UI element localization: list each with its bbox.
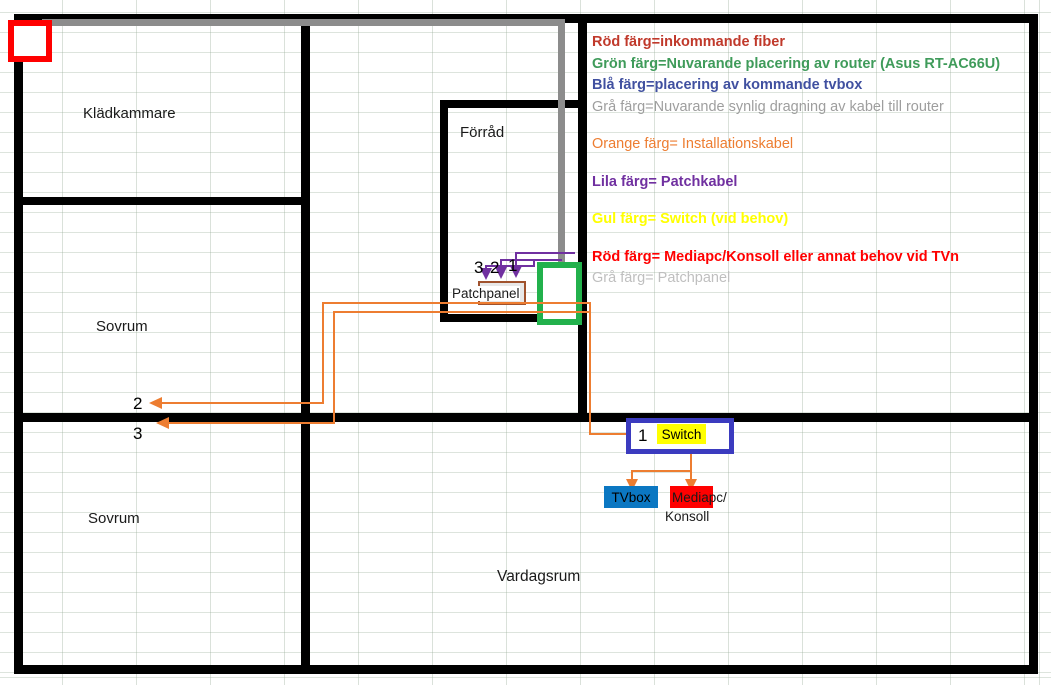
patchcable-1-horizontal bbox=[515, 252, 575, 254]
installation-cable-b-vertical bbox=[333, 311, 335, 424]
gray-cable-vertical-run bbox=[558, 19, 565, 269]
wall-mid-horizontal bbox=[14, 413, 1038, 422]
wall-vertical-left-middle bbox=[301, 14, 310, 674]
legend-item-installation: Orange färg= Installationskabel bbox=[592, 136, 794, 152]
installation-cable-a-horizontal-top bbox=[322, 302, 590, 304]
switch-label: Switch bbox=[657, 424, 706, 444]
wall-kladkammare-sovrum bbox=[14, 197, 309, 205]
legend-item-patchcable: Lila färg= Patchkabel bbox=[592, 173, 738, 190]
wall-forrad-left bbox=[440, 100, 448, 322]
router-location-box bbox=[537, 262, 582, 325]
patchpanel-port-3-label: 3 bbox=[474, 258, 484, 277]
legend-item-patchpanel: Grå färg= Patchpanel bbox=[592, 270, 731, 286]
wall-outer-left bbox=[14, 14, 23, 674]
gray-cable-top-run bbox=[42, 19, 565, 26]
legend-item-tvbox: Blå färg=placering av kommande tvbox bbox=[592, 77, 863, 93]
legend-item-mediapc: Röd färg= Mediapc/Konsoll eller annat be… bbox=[592, 248, 959, 265]
installation-cable-2-label: 2 bbox=[133, 394, 143, 413]
switch-downlink-bus bbox=[631, 470, 691, 472]
mediapc-label-bottom: Konsoll bbox=[665, 509, 710, 524]
floorplan-diagram: 3 2 1 Patchpanel 2 3 1 Switch TVbox Medi… bbox=[0, 0, 1051, 685]
mediapc-label-top: Mediapc/ bbox=[672, 490, 727, 505]
patchcable-3-vertical bbox=[485, 265, 487, 271]
installation-cable-3-label: 3 bbox=[133, 424, 143, 443]
installation-cable-a-horizontal-bottom bbox=[156, 402, 324, 404]
tvbox-box: TVbox bbox=[604, 486, 658, 508]
wall-outer-bottom bbox=[14, 665, 1038, 674]
switch-downlink-mediapc-vertical bbox=[690, 470, 692, 482]
room-label-forrad: Förråd bbox=[460, 124, 505, 141]
installation-cable-a-vertical bbox=[322, 302, 324, 404]
patchpanel-port-1-label: 1 bbox=[508, 256, 518, 275]
room-label-kladkammare: Klädkammare bbox=[83, 105, 176, 122]
legend-item-router: Grön färg=Nuvarande placering av router … bbox=[592, 55, 1001, 72]
patchcable-bus-riser bbox=[533, 259, 535, 267]
installation-cable-c-vertical bbox=[589, 302, 591, 435]
legend-item-gray-cable: Grå färg=Nuvarande synlig dragning av ka… bbox=[592, 98, 944, 115]
room-label-vardagsrum: Vardagsrum bbox=[497, 568, 581, 585]
patchpanel-label: Patchpanel bbox=[452, 286, 520, 301]
legend-item-switch: Gul färg= Switch (vid behov) bbox=[592, 211, 789, 227]
legend: Röd färg=inkommande fiber Grön färg=Nuva… bbox=[592, 32, 1032, 290]
legend-item-fiber: Röd färg=inkommande fiber bbox=[592, 34, 785, 50]
installation-cable-b-horizontal-top bbox=[333, 311, 591, 313]
patchpanel-port-2-label: 2 bbox=[490, 258, 500, 277]
room-label-sovrum-2: Sovrum bbox=[88, 510, 140, 527]
room-label-sovrum-1: Sovrum bbox=[96, 318, 148, 335]
installation-cable-b-horizontal-bottom bbox=[163, 422, 335, 424]
wall-vertical-middle-right bbox=[578, 14, 587, 418]
switch-port-1-label: 1 bbox=[638, 426, 648, 445]
incoming-fiber-box bbox=[8, 20, 52, 62]
switch-downlink-tvbox-vertical bbox=[631, 470, 633, 482]
